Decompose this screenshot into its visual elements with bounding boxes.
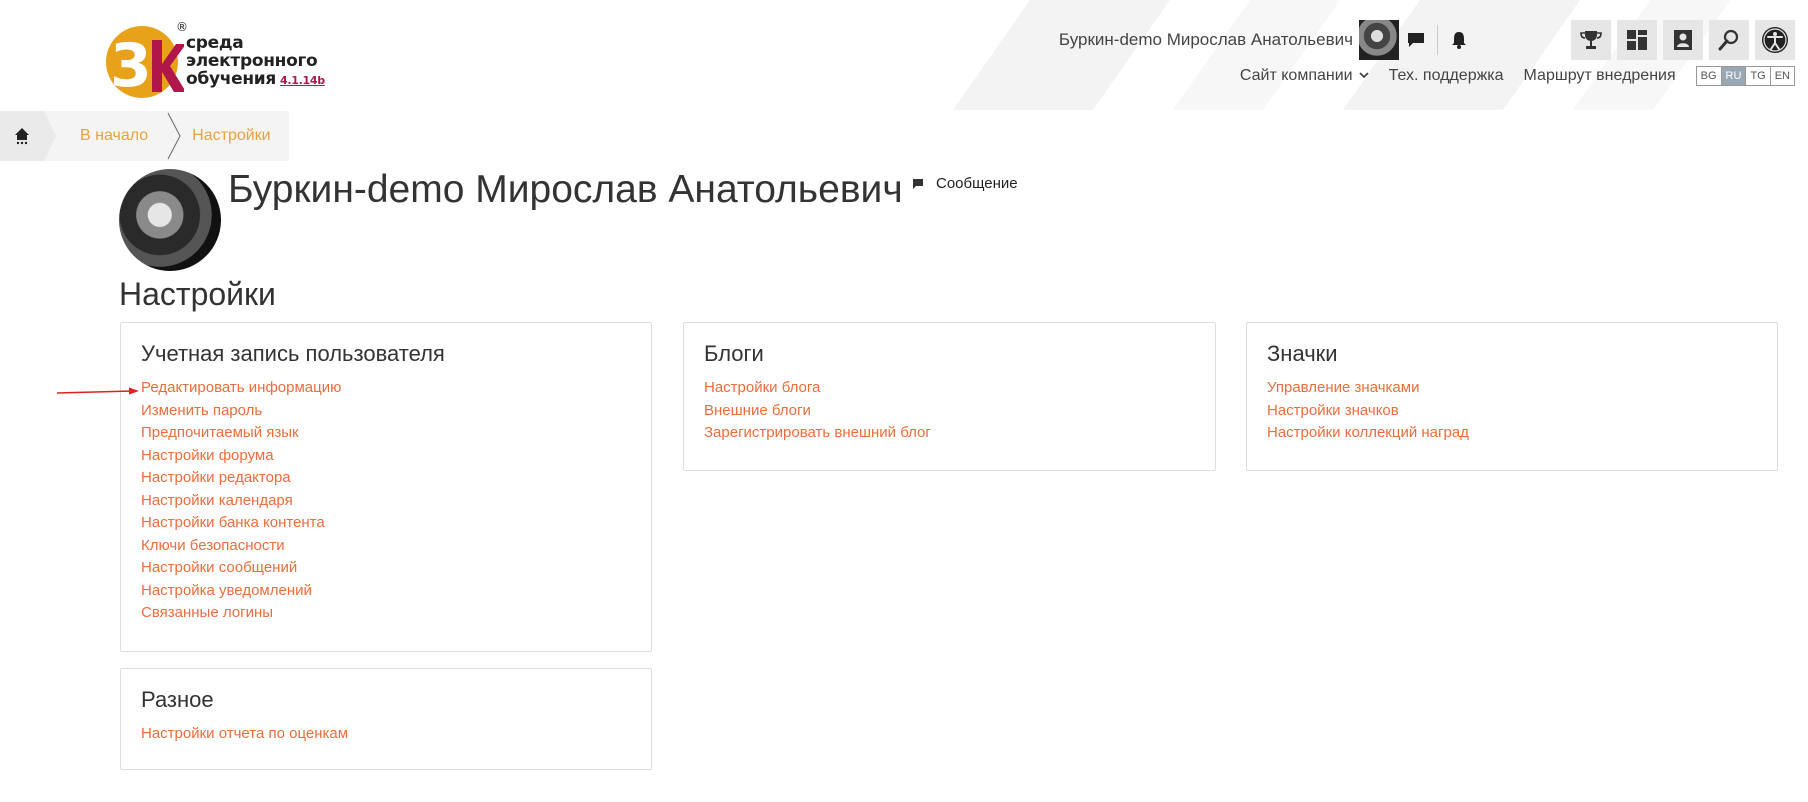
card-badges: Значки Управление значками Настройки зна… [1246, 322, 1778, 471]
user-card-icon[interactable] [1663, 20, 1703, 60]
link-content-bank-settings[interactable]: Настройки банка контента [141, 512, 631, 535]
card-user-account: Учетная запись пользователя Редактироват… [120, 322, 652, 652]
language-switcher: BG RU TG EN [1695, 66, 1795, 86]
lang-ru[interactable]: RU [1721, 67, 1747, 85]
lang-bg[interactable]: BG [1697, 67, 1722, 85]
version-label: 4.1.14b [280, 74, 325, 87]
breadcrumb-separator [166, 111, 182, 161]
chevron-down-icon [1358, 71, 1369, 82]
link-message-settings[interactable]: Настройки сообщений [141, 557, 631, 580]
link-forum-settings[interactable]: Настройки форума [141, 445, 631, 468]
user-name[interactable]: Буркин-demo Мирослав Анатольевич [1059, 30, 1353, 50]
card-title: Учетная запись пользователя [141, 341, 445, 366]
page-title: Настройки [119, 276, 276, 312]
message-button[interactable]: Сообщение [912, 175, 1018, 192]
user-menu[interactable]: Буркин-demo Мирослав Анатольевич [1059, 20, 1476, 60]
dashboard-grid-icon[interactable] [1617, 20, 1657, 60]
link-editor-settings[interactable]: Настройки редактора [141, 467, 631, 490]
site-logo[interactable]: 3 ® среда электронного обучения 4.1.14b [104, 20, 334, 100]
breadcrumb: В начало Настройки [0, 111, 289, 161]
link-change-password[interactable]: Изменить пароль [141, 400, 631, 423]
link-award-collection-settings[interactable]: Настройки коллекций наград [1267, 422, 1757, 445]
card-misc: Разное Настройки отчета по оценкам [120, 668, 652, 770]
annotation-arrow-icon [57, 387, 139, 395]
lang-tg[interactable]: TG [1746, 67, 1771, 85]
card-title: Блоги [704, 341, 764, 366]
link-grade-report-settings[interactable]: Настройки отчета по оценкам [141, 723, 631, 746]
header-divider [1437, 25, 1438, 55]
nav-route[interactable]: Маршрут внедрения [1524, 67, 1676, 85]
search-icon[interactable] [1709, 20, 1749, 60]
top-navigation: Сайт компании Тех. поддержка Маршрут вне… [1240, 66, 1795, 86]
profile-name: Буркин-demo Мирослав Анатольевич [228, 168, 903, 211]
trophy-icon[interactable] [1571, 20, 1611, 60]
breadcrumb-home[interactable]: В начало [58, 111, 166, 161]
home-icon[interactable] [0, 111, 56, 161]
link-external-blogs[interactable]: Внешние блоги [704, 400, 1195, 423]
chat-bubble-icon [913, 178, 923, 189]
link-blog-settings[interactable]: Настройки блога [704, 377, 1195, 400]
link-register-external-blog[interactable]: Зарегистрировать внешний блог [704, 422, 1195, 445]
link-preferred-language[interactable]: Предпочитаемый язык [141, 422, 631, 445]
nav-company-site[interactable]: Сайт компании [1240, 67, 1369, 85]
svg-text:3: 3 [110, 31, 152, 100]
chat-bubble-icon[interactable] [1399, 20, 1433, 60]
link-security-keys[interactable]: Ключи безопасности [141, 535, 631, 558]
accessibility-icon[interactable] [1755, 20, 1795, 60]
profile-avatar [119, 169, 221, 271]
link-edit-profile[interactable]: Редактировать информацию [141, 377, 631, 400]
nav-support[interactable]: Тех. поддержка [1389, 67, 1504, 85]
logo-mark-icon: 3 [106, 26, 184, 100]
registered-mark: ® [176, 20, 188, 34]
link-notification-settings[interactable]: Настройка уведомлений [141, 580, 631, 603]
message-label: Сообщение [936, 175, 1018, 192]
card-blogs: Блоги Настройки блога Внешние блоги Заре… [683, 322, 1216, 471]
breadcrumb-settings[interactable]: Настройки [182, 111, 288, 161]
user-avatar[interactable] [1359, 20, 1399, 60]
card-title: Значки [1267, 341, 1338, 366]
link-badge-settings[interactable]: Настройки значков [1267, 400, 1757, 423]
toolbar [1571, 20, 1795, 60]
link-linked-logins[interactable]: Связанные логины [141, 602, 631, 625]
bell-icon[interactable] [1442, 20, 1476, 60]
lang-en[interactable]: EN [1771, 67, 1794, 85]
link-calendar-settings[interactable]: Настройки календаря [141, 490, 631, 513]
card-title: Разное [141, 687, 214, 712]
link-manage-badges[interactable]: Управление значками [1267, 377, 1757, 400]
logo-wordmark: среда электронного обучения 4.1.14b [186, 33, 325, 89]
